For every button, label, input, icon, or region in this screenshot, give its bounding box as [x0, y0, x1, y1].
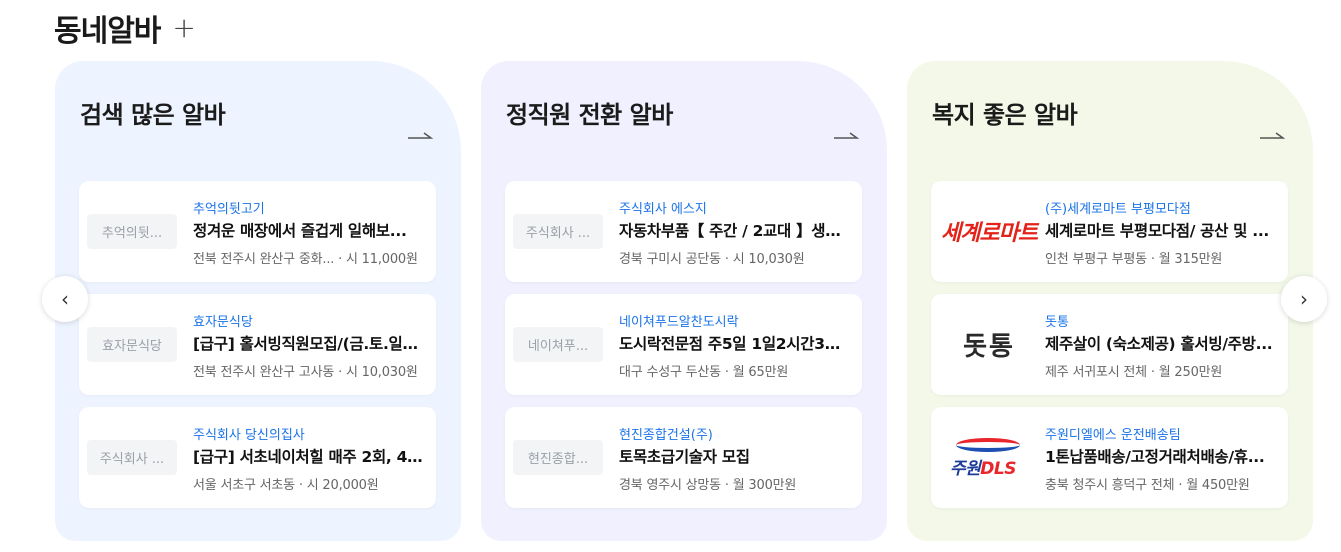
job-card[interactable]: 돗통 돗통 제주살이 (숙소제공) 홀서빙/주방... 제주 서귀포시 전체 ·…: [931, 294, 1288, 395]
job-meta: 인천 부평구 부평동 · 월 315만원: [1045, 252, 1223, 267]
job-title: 자동차부품【 주간 / 2교대 】생산...: [619, 222, 849, 240]
company-logo: 세계로마트: [939, 206, 1039, 256]
company-name: 효자문식당: [193, 315, 253, 330]
job-card[interactable]: 네이쳐푸... 네이쳐푸드알찬도시락 도시락전문점 주5일 1일2시간30...…: [505, 294, 862, 395]
panel-title: 검색 많은 알바: [80, 101, 226, 129]
company-logo-placeholder: 현진종합...: [513, 440, 603, 475]
logo-text: 주원DLS: [950, 454, 1016, 479]
job-title: [급구] 홀서빙직원모집/(금.토.일)...: [193, 335, 423, 353]
job-meta: 전북 전주시 완산구 고사동 · 시 10,030원: [193, 365, 418, 380]
job-title: 토목초급기술자 모집: [619, 448, 750, 466]
job-meta: 대구 수성구 두산동 · 월 65만원: [619, 365, 789, 380]
job-title: 제주살이 (숙소제공) 홀서빙/주방...: [1045, 335, 1273, 353]
company-logo-placeholder: 추억의뒷...: [87, 214, 177, 249]
company-logo-placeholder: 주식회사 ...: [87, 440, 177, 475]
logo-text: 세계로마트: [940, 221, 1038, 246]
company-name: 현진종합건설(주): [619, 428, 713, 443]
job-meta: 서울 서초구 서초동 · 시 20,000원: [193, 478, 379, 493]
company-name: 돗통: [1045, 315, 1069, 330]
company-logo: 돗통: [939, 319, 1039, 369]
carousel-prev-button[interactable]: ‹: [42, 276, 88, 322]
company-logo-placeholder: 효자문식당: [87, 327, 177, 362]
long-right-arrow-icon[interactable]: [833, 129, 859, 143]
job-meta: 경북 영주시 상망동 · 월 300만원: [619, 478, 797, 493]
job-title: [급구] 서초네이처힐 매주 2회, 4...: [193, 448, 423, 466]
company-name: 추억의뒷고기: [193, 202, 265, 217]
job-meta: 전북 전주시 완산구 중화... · 시 11,000원: [193, 252, 418, 267]
section-header: 동네알바 +: [54, 6, 196, 50]
job-title: 정겨운 매장에서 즐겁게 일해보...: [193, 222, 407, 240]
carousel-next-button[interactable]: ›: [1281, 276, 1327, 322]
job-card[interactable]: 주원DLS 주원디엘에스 운전배송팀 1톤납품배송/고정거래처배송/휴... 충…: [931, 407, 1288, 508]
job-card[interactable]: 현진종합... 현진종합건설(주) 토목초급기술자 모집 경북 영주시 상망동 …: [505, 407, 862, 508]
job-card[interactable]: 세계로마트 (주)세계로마트 부평모다점 세계로마트 부평모다점/ 공산 및 .…: [931, 181, 1288, 282]
juwon-logo: 주원DLS: [946, 436, 1032, 479]
company-name: 네이쳐푸드알찬도시락: [619, 315, 739, 330]
long-right-arrow-icon[interactable]: [1259, 129, 1285, 143]
more-plus-icon[interactable]: +: [172, 14, 195, 42]
company-name: (주)세계로마트 부평모다점: [1045, 202, 1191, 217]
company-logo-placeholder: 네이쳐푸...: [513, 327, 603, 362]
chevron-right-icon: ›: [1300, 287, 1308, 311]
logo-text: 돗통: [963, 331, 1015, 362]
job-card[interactable]: 효자문식당 효자문식당 [급구] 홀서빙직원모집/(금.토.일)... 전북 전…: [79, 294, 436, 395]
panel-fulltime-conversion: 정직원 전환 알바 주식회사 ... 주식회사 에스지 자동차부품【 주간 / …: [481, 61, 887, 541]
panel-good-benefits: 복지 좋은 알바 세계로마트 (주)세계로마트 부평모다점 세계로마트 부평모다…: [907, 61, 1313, 541]
panel-popular-search: 검색 많은 알바 추억의뒷... 추억의뒷고기 정겨운 매장에서 즐겁게 일해보…: [55, 61, 461, 541]
job-title: 1톤납품배송/고정거래처배송/휴...: [1045, 448, 1265, 466]
job-meta: 제주 서귀포시 전체 · 월 250만원: [1045, 365, 1223, 380]
panel-title: 복지 좋은 알바: [932, 101, 1078, 129]
job-card[interactable]: 주식회사 ... 주식회사 당신의집사 [급구] 서초네이처힐 매주 2회, 4…: [79, 407, 436, 508]
swoosh-icon: [956, 438, 1020, 452]
job-card[interactable]: 주식회사 ... 주식회사 에스지 자동차부품【 주간 / 2교대 】생산...…: [505, 181, 862, 282]
chevron-left-icon: ‹: [61, 287, 69, 311]
company-name: 주식회사 당신의집사: [193, 428, 305, 443]
logo-text-a: 주원: [950, 459, 981, 479]
job-card[interactable]: 추억의뒷... 추억의뒷고기 정겨운 매장에서 즐겁게 일해보... 전북 전주…: [79, 181, 436, 282]
job-title: 도시락전문점 주5일 1일2시간30...: [619, 335, 849, 353]
job-meta: 충북 청주시 흥덕구 전체 · 월 450만원: [1045, 478, 1250, 493]
panel-title: 정직원 전환 알바: [506, 101, 673, 129]
long-right-arrow-icon[interactable]: [407, 129, 433, 143]
job-meta: 경북 구미시 공단동 · 시 10,030원: [619, 252, 805, 267]
logo-text-b: DLS: [980, 459, 1016, 479]
company-logo-placeholder: 주식회사 ...: [513, 214, 603, 249]
company-name: 주식회사 에스지: [619, 202, 707, 217]
company-name: 주원디엘에스 운전배송팀: [1045, 428, 1181, 443]
job-title: 세계로마트 부평모다점/ 공산 및 ...: [1045, 222, 1269, 240]
section-title: 동네알바: [54, 14, 161, 49]
company-logo: 주원DLS: [939, 432, 1039, 482]
